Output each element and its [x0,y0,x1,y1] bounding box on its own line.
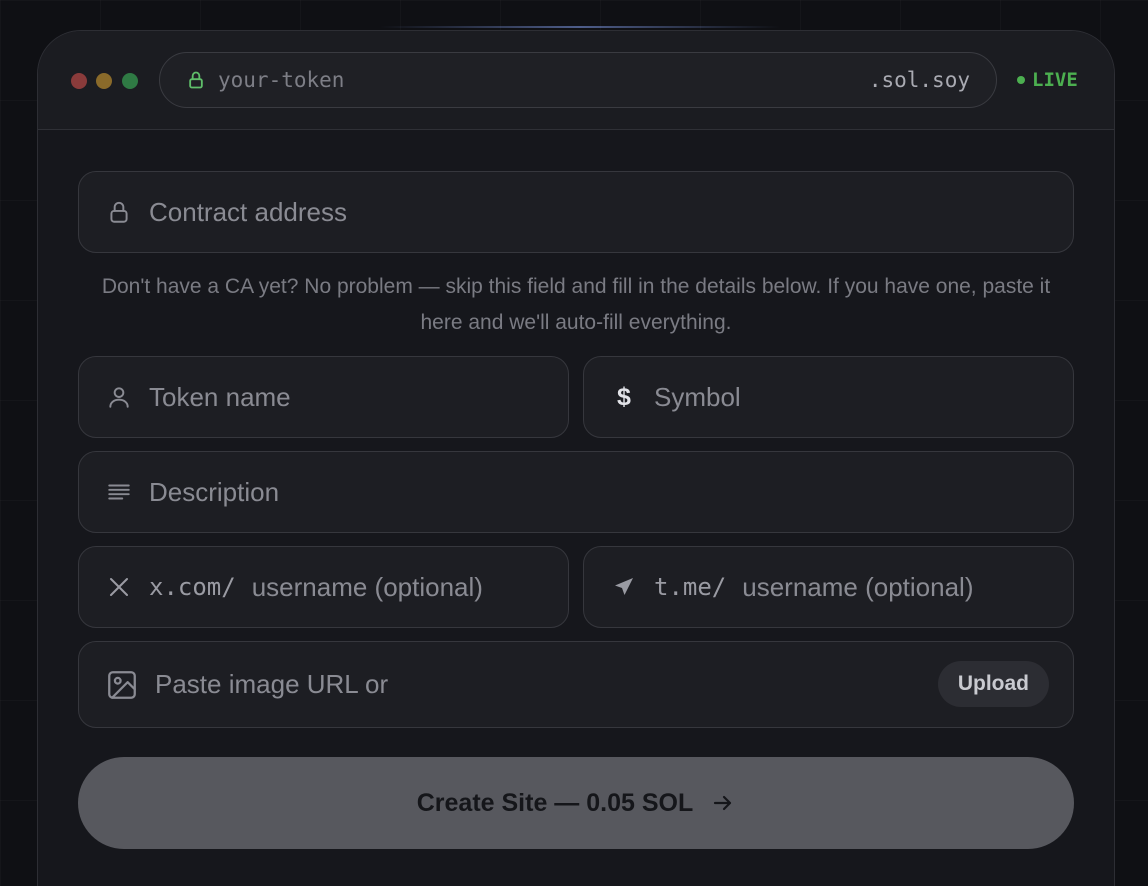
lock-icon [105,198,133,226]
maximize-dot[interactable] [122,73,138,89]
dollar-icon: $ [617,382,631,411]
lock-icon [189,71,203,89]
minimize-dot[interactable] [96,73,112,89]
contract-address-input[interactable]: Contract address [78,171,1074,253]
x-username-input[interactable]: x.com/ username (optional) [78,546,569,628]
description-input[interactable]: Description [78,451,1074,533]
subdomain-text: your-token [218,68,345,92]
send-icon [610,573,638,601]
image-url-input[interactable]: Paste image URL or Upload [78,641,1074,728]
user-icon [105,383,133,411]
description-icon [105,478,133,506]
image-icon [105,668,139,702]
live-label: LIVE [1032,69,1078,91]
symbol-input[interactable]: $ Symbol [583,356,1074,438]
description-placeholder: Description [149,476,280,507]
arrow-right-icon [714,795,732,811]
title-bar: your-token .sol.soy LIVE [38,31,1114,130]
symbol-placeholder: Symbol [654,381,741,412]
x-logo-icon [105,573,133,601]
domain-suffix: .sol.soy [868,68,970,92]
x-username-placeholder: username (optional) [251,571,483,602]
live-badge: LIVE [1017,69,1078,91]
browser-window: your-token .sol.soy LIVE Contract addres… [37,30,1115,886]
telegram-username-placeholder: username (optional) [742,571,974,602]
x-prefix: x.com/ [149,573,236,601]
contract-address-placeholder: Contract address [149,196,347,227]
upload-button[interactable]: Upload [937,661,1049,707]
token-name-input[interactable]: Token name [78,356,569,438]
create-site-button[interactable]: Create Site — 0.05 SOL [78,757,1074,849]
live-dot [1017,76,1025,84]
url-bar[interactable]: your-token .sol.soy [159,52,997,108]
token-name-placeholder: Token name [149,381,291,412]
telegram-prefix: t.me/ [654,573,727,601]
helper-text: Don't have a CA yet? No problem — skip t… [101,275,1051,334]
create-site-label: Create Site — 0.05 SOL [416,788,694,817]
telegram-username-input[interactable]: t.me/ username (optional) [583,546,1074,628]
close-dot[interactable] [71,73,87,89]
top-glow [380,26,780,28]
image-url-placeholder: Paste image URL or [155,669,389,699]
